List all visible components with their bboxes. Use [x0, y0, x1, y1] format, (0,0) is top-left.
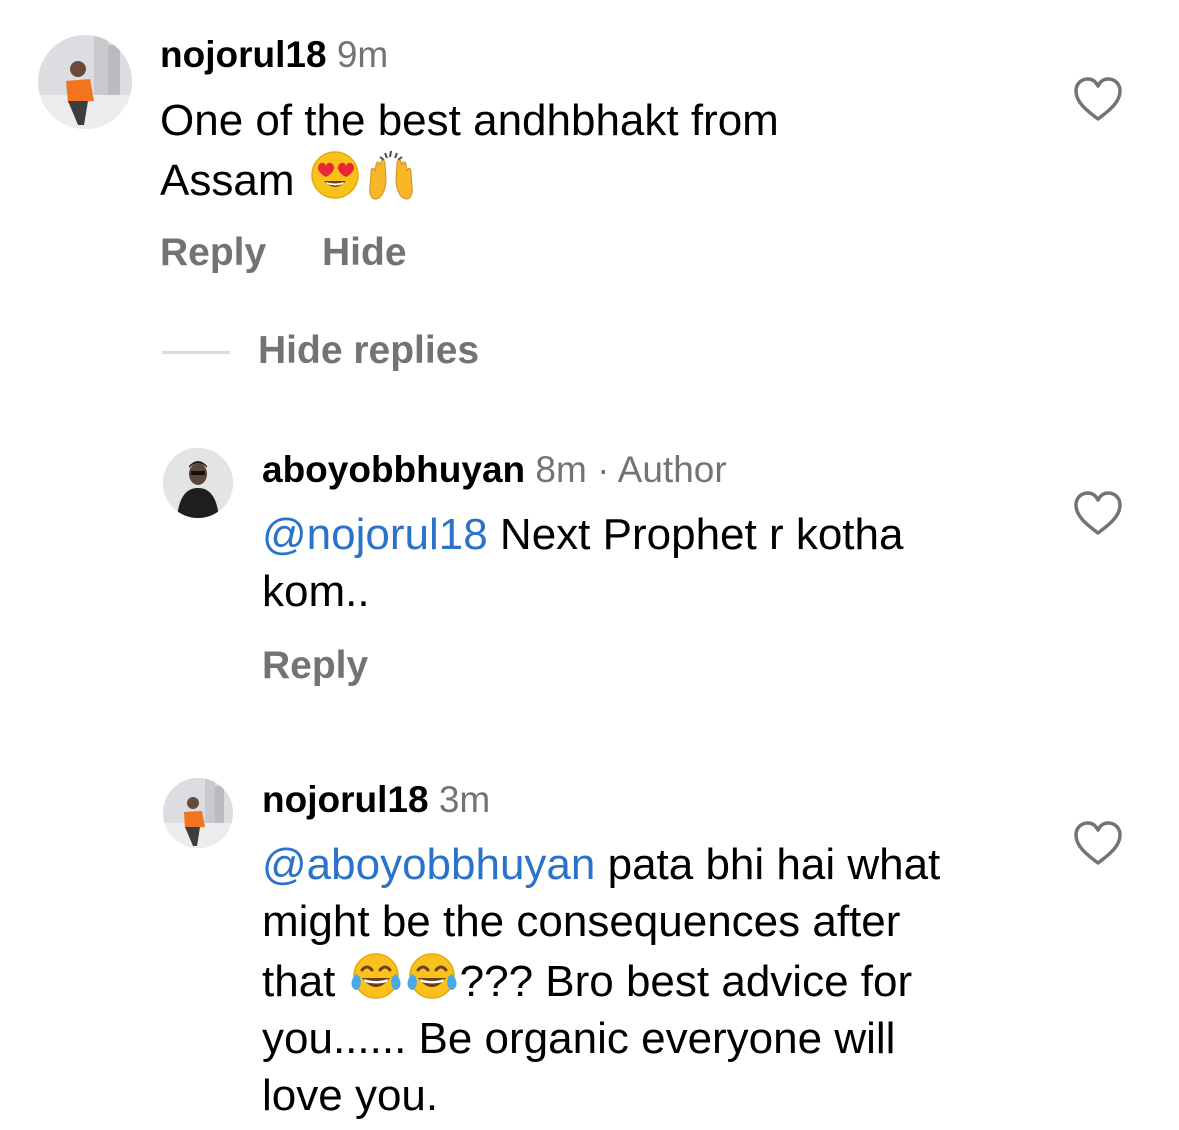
- username[interactable]: nojorul18: [160, 34, 327, 75]
- reply-text-line: might be the consequences after: [262, 897, 901, 946]
- raising-hands-emoji: [365, 149, 417, 201]
- reply-text-fragment: Next Prophet r kotha: [487, 510, 904, 559]
- tears-of-joy-emoji: [350, 950, 402, 1002]
- comment-text-fragment: Assam: [160, 156, 295, 205]
- reply-text: @aboyobbhuyan pata bhi hai what might be…: [262, 836, 940, 1124]
- avatar[interactable]: [163, 448, 233, 518]
- heart-eyes-emoji: [309, 149, 361, 201]
- profile-photo-nojorul18: [163, 778, 233, 848]
- reply-text-line: @aboyobbhuyan pata bhi hai what: [262, 836, 940, 893]
- reply-text-line: love you.: [262, 1071, 439, 1120]
- mention-link[interactable]: @aboyobbhuyan: [262, 840, 595, 889]
- reply-text: @nojorul18 Next Prophet r kotha kom..: [262, 506, 903, 620]
- avatar[interactable]: [38, 35, 132, 129]
- reply-text-fragment: ??? Bro best advice for: [459, 957, 913, 1006]
- reply-header: aboyobbhuyan 8m · Author: [262, 448, 727, 492]
- reply-text-line: you...... Be organic everyone will: [262, 1014, 896, 1063]
- hide-replies-button[interactable]: Hide replies: [258, 328, 479, 374]
- reply-button[interactable]: Reply: [262, 643, 368, 689]
- mention-link[interactable]: @nojorul18: [262, 510, 488, 559]
- comment-header: nojorul18 9m: [160, 33, 388, 77]
- like-heart-icon[interactable]: [1072, 820, 1124, 866]
- tears-of-joy-emoji: [406, 950, 458, 1002]
- timestamp: 3m: [438, 779, 491, 820]
- reply-text-fragment: that: [262, 957, 336, 1006]
- separator-dot: ·: [597, 449, 610, 490]
- timestamp: 8m: [535, 449, 587, 490]
- like-heart-icon[interactable]: [1072, 76, 1124, 122]
- avatar[interactable]: [163, 778, 233, 848]
- hide-button[interactable]: Hide: [322, 230, 407, 276]
- reply-text-line: kom..: [262, 567, 370, 616]
- reply-header: nojorul18 3m: [262, 778, 490, 822]
- profile-photo-aboyobbhuyan: [163, 448, 233, 518]
- profile-photo-nojorul18: [38, 35, 132, 129]
- timestamp: 9m: [336, 34, 389, 75]
- comments-thread: nojorul18 9m One of the best andhbhakt f…: [0, 0, 1179, 1130]
- reply-text-line: that ??? Bro best advice for: [262, 950, 940, 1010]
- comment-text: One of the best andhbhakt from Assam: [160, 92, 779, 209]
- like-heart-icon[interactable]: [1072, 490, 1124, 536]
- reply-text-fragment: pata bhi hai what: [595, 840, 941, 889]
- divider: [162, 351, 230, 354]
- username[interactable]: aboyobbhuyan: [262, 449, 525, 490]
- reply-button[interactable]: Reply: [160, 230, 266, 276]
- comment-text-line: One of the best andhbhakt from: [160, 96, 779, 145]
- comment-text-line: Assam: [160, 149, 779, 209]
- reply-text-line: @nojorul18 Next Prophet r kotha: [262, 506, 903, 563]
- author-badge: Author: [617, 449, 727, 490]
- username[interactable]: nojorul18: [262, 779, 429, 820]
